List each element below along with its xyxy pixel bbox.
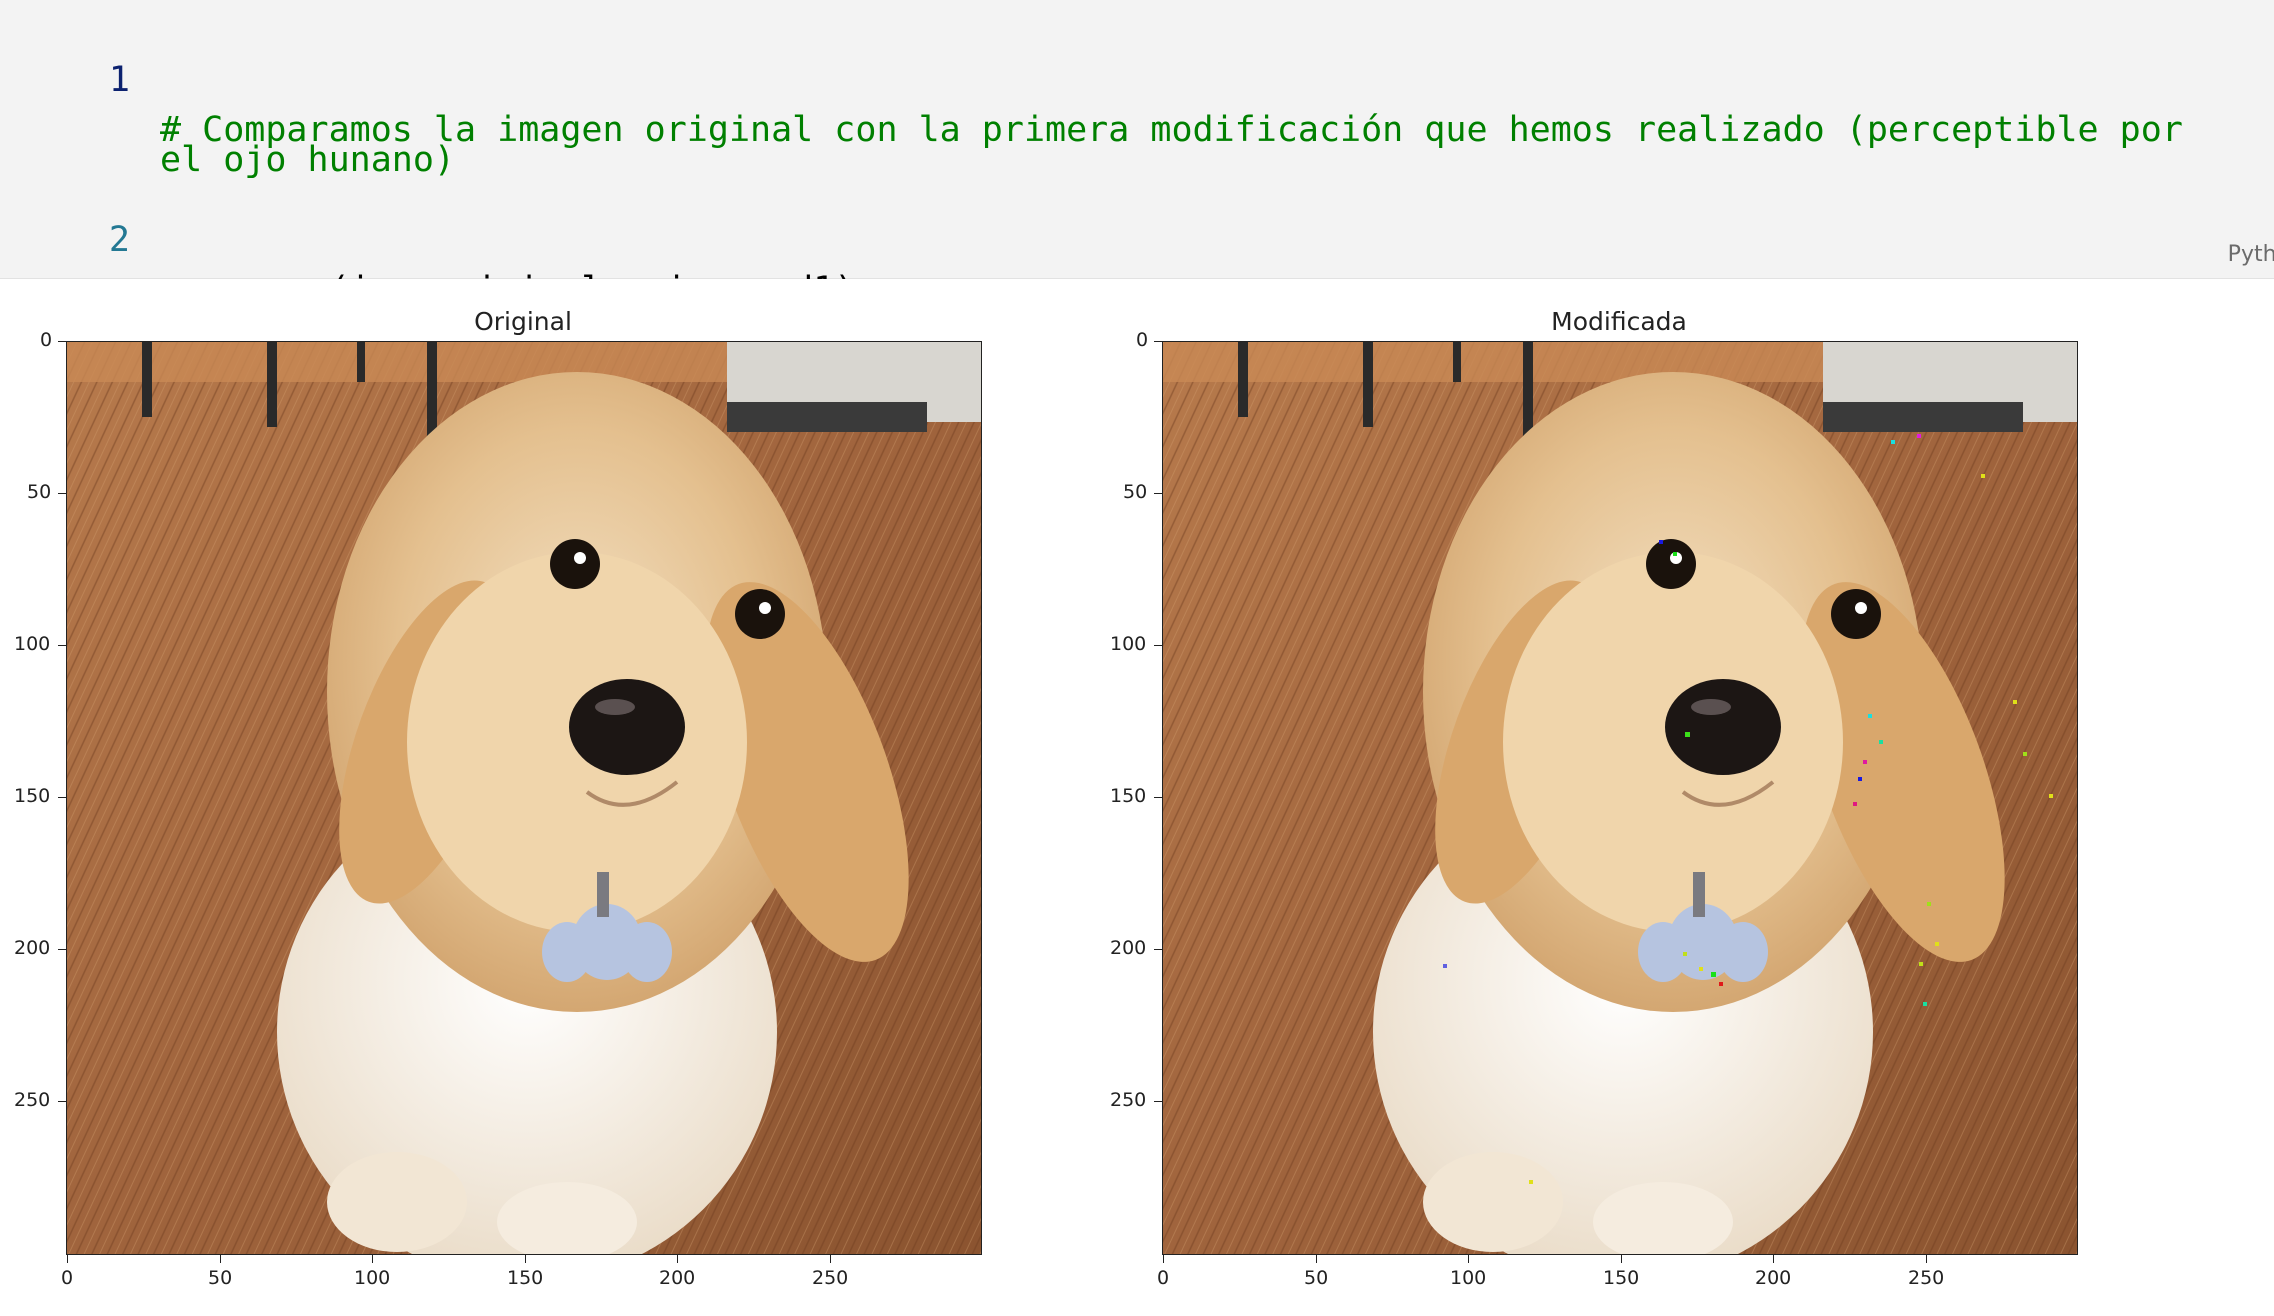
x-tick-label: 100: [1450, 1267, 1487, 1289]
y-tick-label: 50: [27, 481, 52, 503]
code-cell[interactable]: 1 # Comparamos la imagen original con la…: [0, 0, 2274, 310]
y-tick-mark: [1154, 797, 1162, 798]
x-tick-mark: [1316, 1255, 1317, 1263]
x-tick-mark: [525, 1255, 526, 1263]
y-tick-mark: [58, 797, 66, 798]
x-tick-label: 250: [1908, 1267, 1945, 1289]
x-tick-mark: [220, 1255, 221, 1263]
x-tick-mark: [1926, 1255, 1927, 1263]
y-tick-mark: [1154, 1101, 1162, 1102]
x-tick-mark: [1773, 1255, 1774, 1263]
x-tick-label: 0: [1157, 1267, 1170, 1289]
y-tick-mark: [58, 949, 66, 950]
code-comment-continued: el ojo hunano): [160, 140, 456, 180]
x-tick-mark: [67, 1255, 68, 1263]
x-tick-label: 150: [507, 1267, 544, 1289]
line-number: 2: [108, 220, 130, 260]
y-tick-label: 0: [1136, 329, 1149, 351]
x-tick-mark: [1163, 1255, 1164, 1263]
image-display: [66, 341, 982, 1255]
x-tick-label: 100: [354, 1267, 391, 1289]
y-tick-mark: [58, 493, 66, 494]
y-tick-label: 100: [14, 633, 51, 655]
code-line-1[interactable]: 1 # Comparamos la imagen original con la…: [0, 5, 2183, 150]
puppy-image-modified: [1163, 342, 2077, 1254]
x-tick-label: 200: [1755, 1267, 1792, 1289]
line-number: 1: [108, 60, 130, 100]
x-tick-mark: [1621, 1255, 1622, 1263]
code-line-2[interactable]: 2 comparar(img_original , img_mod1): [0, 165, 855, 310]
code-comment: # Comparamos la imagen original con la p…: [160, 110, 2183, 150]
y-tick-label: 150: [14, 785, 51, 807]
y-tick-mark: [1154, 493, 1162, 494]
x-tick-mark: [830, 1255, 831, 1263]
y-tick-mark: [1154, 341, 1162, 342]
y-tick-mark: [58, 341, 66, 342]
puppy-image: [67, 342, 981, 1254]
x-tick-label: 50: [1304, 1267, 1329, 1289]
subplot-title: Modificada: [1551, 307, 1687, 336]
code-line-1-wrap[interactable]: el ojo hunano): [0, 85, 455, 180]
y-tick-label: 0: [40, 329, 53, 351]
x-tick-label: 250: [812, 1267, 849, 1289]
x-tick-label: 200: [659, 1267, 696, 1289]
y-tick-mark: [58, 1101, 66, 1102]
subplot-modificada: Modificada 0 50 100 150 200 250 0 50 100…: [1096, 279, 2192, 1299]
subplot-original: Original 0 50 100 150 200 250 0 50 100 1…: [0, 279, 1096, 1299]
x-tick-mark: [677, 1255, 678, 1263]
y-tick-label: 50: [1123, 481, 1148, 503]
subplot-title: Original: [474, 307, 572, 336]
x-tick-mark: [372, 1255, 373, 1263]
x-tick-mark: [1468, 1255, 1469, 1263]
cell-language-label[interactable]: Pytho: [2228, 242, 2274, 267]
y-tick-label: 200: [14, 937, 51, 959]
cell-output: Original 0 50 100 150 200 250 0 50 100 1…: [0, 279, 2274, 1316]
y-tick-mark: [58, 645, 66, 646]
y-tick-label: 250: [1110, 1089, 1147, 1111]
y-tick-label: 150: [1110, 785, 1147, 807]
y-tick-label: 200: [1110, 937, 1147, 959]
y-tick-mark: [1154, 949, 1162, 950]
x-tick-label: 50: [208, 1267, 233, 1289]
y-tick-mark: [1154, 645, 1162, 646]
x-tick-label: 0: [61, 1267, 74, 1289]
x-tick-label: 150: [1603, 1267, 1640, 1289]
image-display: [1162, 341, 2078, 1255]
y-tick-label: 100: [1110, 633, 1147, 655]
y-tick-label: 250: [14, 1089, 51, 1111]
